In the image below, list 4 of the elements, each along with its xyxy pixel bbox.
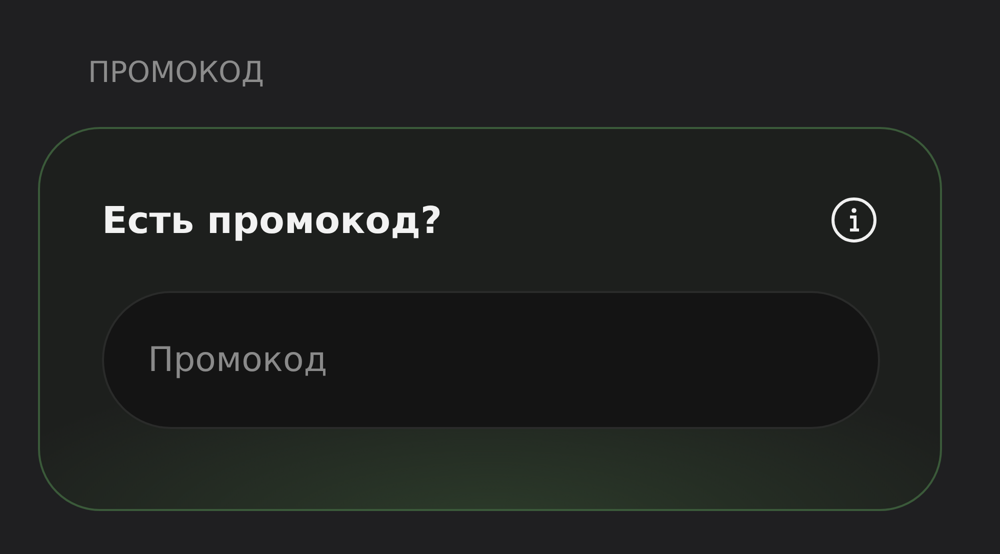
section-label: ПРОМОКОД (88, 54, 266, 91)
card-title: Есть промокод? (102, 198, 442, 242)
promo-code-field[interactable]: Промокод (102, 291, 880, 429)
info-icon[interactable] (830, 196, 878, 244)
